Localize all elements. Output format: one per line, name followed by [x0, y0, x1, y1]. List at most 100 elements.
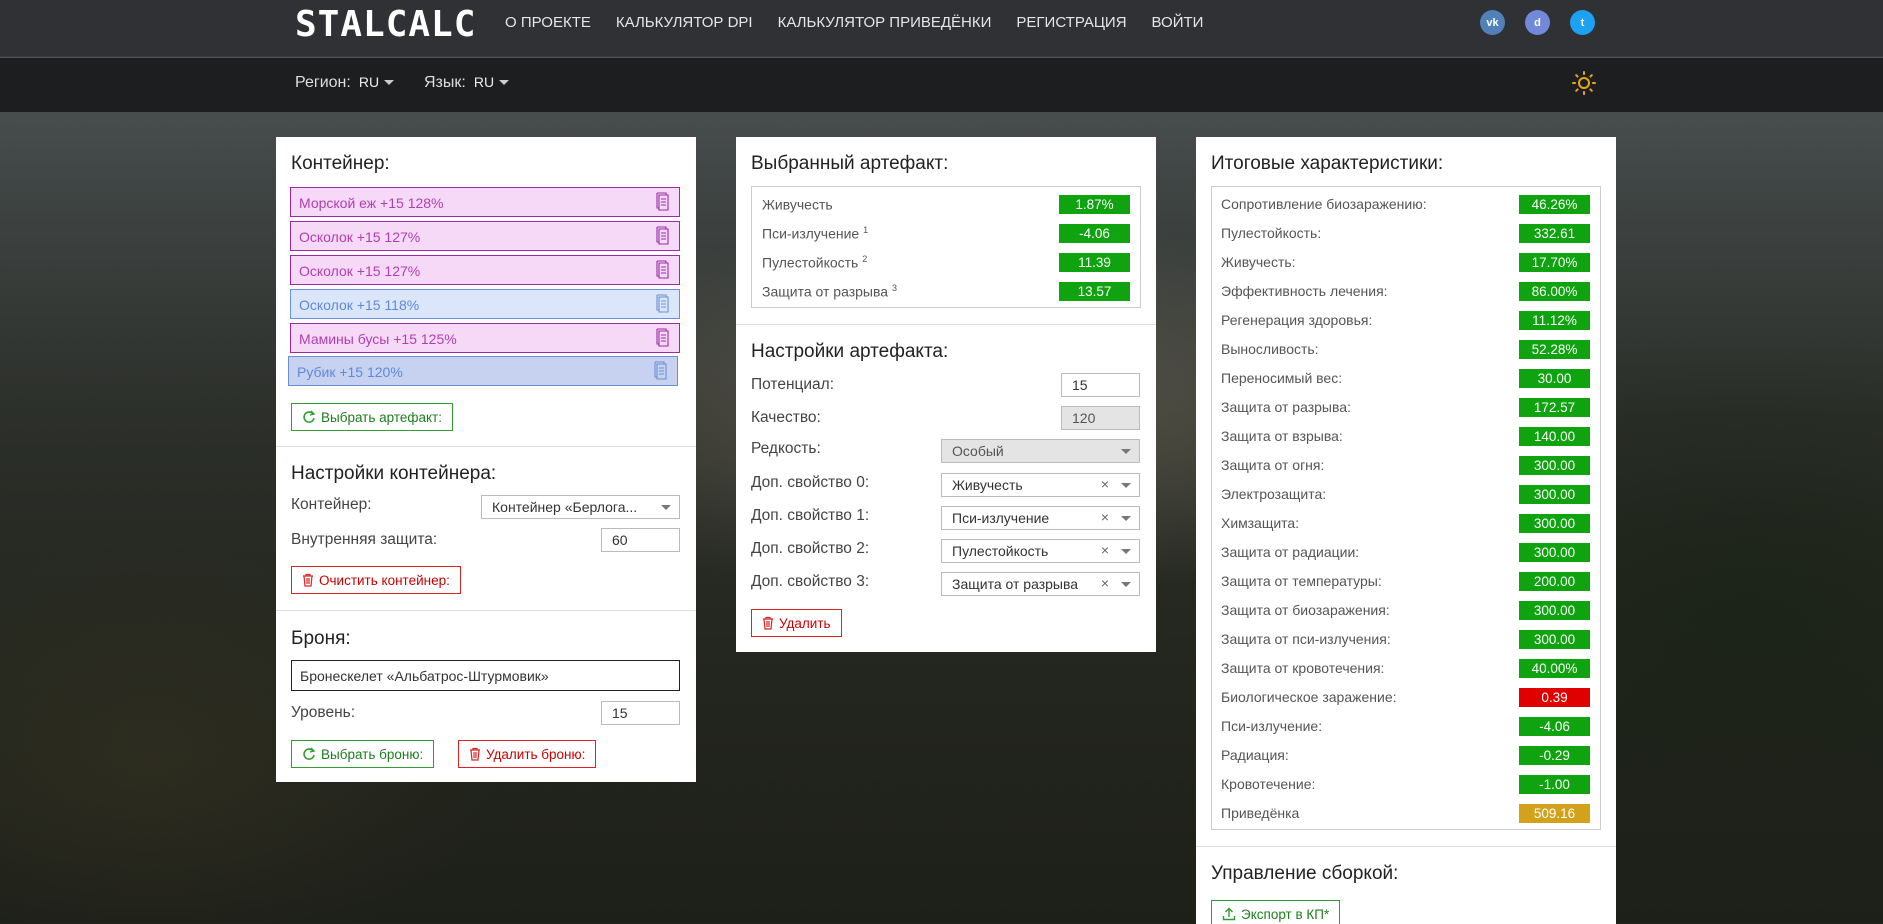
clear-icon[interactable]: × — [1101, 509, 1109, 525]
quality-input[interactable]: 120 — [1061, 406, 1140, 430]
nav-links: О ПРОЕКТЕ КАЛЬКУЛЯТОР DPI КАЛЬКУЛЯТОР ПР… — [505, 14, 1203, 31]
total-stat-name: Биологическое заражение: — [1221, 689, 1397, 705]
choose-armor-button[interactable]: Выбрать броню: — [291, 740, 435, 768]
quality-label: Качество: — [751, 409, 821, 426]
total-stat-value: 52.28% — [1519, 340, 1590, 359]
extra-property-value: Пси-излучение — [952, 510, 1050, 526]
chevron-down-icon — [661, 505, 671, 510]
total-stat-value: 300.00 — [1519, 543, 1590, 562]
nav-link-about[interactable]: О ПРОЕКТЕ — [505, 14, 591, 31]
artifact-item-label: Рубик +15 120% — [297, 364, 403, 380]
region-label: Регион: — [295, 74, 351, 91]
chevron-down-icon — [1121, 549, 1131, 554]
delete-artifact-label: Удалить — [779, 615, 831, 631]
twitter-icon[interactable]: t — [1570, 10, 1595, 35]
artifact-item[interactable]: Осколок +15 127% — [290, 221, 680, 251]
chevron-down-icon — [1121, 516, 1131, 521]
extra-property-select[interactable]: Пси-излучение × — [941, 506, 1140, 530]
total-stat-value: 46.26% — [1519, 195, 1590, 214]
vk-icon[interactable]: vk — [1480, 10, 1505, 35]
select-artifact-button[interactable]: Выбрать артефакт: — [291, 403, 453, 431]
divider — [1196, 846, 1616, 847]
inner-protection-input[interactable]: 60 — [601, 528, 680, 552]
language-label: Язык: — [424, 74, 466, 91]
artifact-item[interactable]: Рубик +15 120% — [288, 356, 678, 386]
container-type-value: Контейнер «Берлога... — [492, 499, 638, 515]
extra-property-select[interactable]: Живучесть × — [941, 473, 1140, 497]
copy-icon[interactable] — [655, 328, 671, 348]
copy-icon[interactable] — [655, 192, 671, 212]
extra-property-value: Пулестойкость — [952, 543, 1049, 559]
rarity-select[interactable]: Особый — [941, 439, 1140, 463]
stat-value: 11.39 — [1059, 253, 1130, 272]
nav-link-register[interactable]: РЕГИСТРАЦИЯ — [1016, 14, 1126, 31]
select-artifact-label: Выбрать артефакт: — [321, 409, 442, 425]
nav-link-dpi-calc[interactable]: КАЛЬКУЛЯТОР DPI — [616, 14, 753, 31]
site-logo[interactable]: STALCALC — [295, 4, 476, 45]
total-stat-value: -0.29 — [1519, 746, 1590, 765]
extra-property-select[interactable]: Пулестойкость × — [941, 539, 1140, 563]
total-stat-name: Химзащита: — [1221, 515, 1300, 531]
artifact-item[interactable]: Морской еж +15 128% — [290, 187, 680, 217]
total-stat-name: Радиация: — [1221, 747, 1289, 763]
artifact-item-label: Мамины бусы +15 125% — [299, 331, 457, 347]
total-stat-name: Регенерация здоровья: — [1221, 312, 1373, 328]
clear-icon[interactable]: × — [1101, 476, 1109, 492]
export-button[interactable]: Экспорт в КП* — [1211, 900, 1341, 924]
total-stat-name: Пулестойкость: — [1221, 225, 1322, 241]
choose-armor-label: Выбрать броню: — [321, 746, 424, 762]
delete-artifact-button[interactable]: Удалить — [751, 609, 842, 637]
container-settings-title: Настройки контейнера: — [291, 463, 497, 484]
extra-property-value: Защита от разрыва — [952, 576, 1079, 592]
total-stat-value: 300.00 — [1519, 630, 1590, 649]
stat-footnote: 2 — [862, 254, 868, 264]
container-type-select[interactable]: Контейнер «Берлога... — [481, 495, 680, 519]
language-value: RU — [473, 74, 495, 90]
divider — [276, 446, 696, 447]
copy-icon[interactable] — [655, 260, 671, 280]
total-stat-value: 11.12% — [1519, 311, 1590, 330]
artifact-item[interactable]: Мамины бусы +15 125% — [290, 323, 680, 353]
total-stat-value: 140.00 — [1519, 427, 1590, 446]
total-stat-name: Переносимый вес: — [1221, 370, 1343, 386]
chevron-down-icon — [1121, 483, 1131, 488]
chevron-down-icon — [1121, 449, 1131, 454]
language-selector[interactable]: Язык: RU — [424, 74, 510, 92]
delete-armor-button[interactable]: Удалить броню: — [458, 740, 597, 768]
potential-input[interactable]: 15 — [1061, 373, 1140, 397]
total-stat-value: 40.00% — [1519, 659, 1590, 678]
total-stat-name: Защита от огня: — [1221, 457, 1325, 473]
clear-icon[interactable]: × — [1101, 542, 1109, 558]
copy-icon[interactable] — [655, 226, 671, 246]
settings-bar — [0, 58, 1883, 112]
nav-link-reduced-calc[interactable]: КАЛЬКУЛЯТОР ПРИВЕДЁНКИ — [778, 14, 992, 31]
total-stat-name: Электрозащита: — [1221, 486, 1327, 502]
copy-icon[interactable] — [655, 294, 671, 314]
nav-link-login[interactable]: ВОЙТИ — [1152, 14, 1204, 31]
artifact-item[interactable]: Осколок +15 118% — [290, 289, 680, 319]
trash-icon — [303, 573, 313, 587]
armor-level-input[interactable]: 15 — [601, 701, 680, 725]
discord-icon[interactable]: d — [1525, 10, 1550, 35]
extra-property-label: Доп. свойство 3: — [751, 573, 870, 590]
total-stat-name: Кровотечение: — [1221, 776, 1316, 792]
total-stat-value: -1.00 — [1519, 775, 1590, 794]
clear-container-button[interactable]: Очистить контейнер: — [291, 566, 461, 594]
clear-icon[interactable]: × — [1101, 575, 1109, 591]
refresh-icon — [303, 747, 316, 760]
stat-value: 13.57 — [1059, 282, 1130, 301]
total-stat-value: 300.00 — [1519, 485, 1590, 504]
copy-icon[interactable] — [653, 361, 669, 381]
stat-name: Защита от разрыва 3 — [762, 283, 897, 300]
artifact-item-label: Осколок +15 127% — [299, 229, 421, 245]
armor-title: Броня: — [291, 628, 351, 649]
extra-property-select[interactable]: Защита от разрыва × — [941, 572, 1140, 596]
artifact-item[interactable]: Осколок +15 127% — [290, 255, 680, 285]
artifact-settings-title: Настройки артефакта: — [751, 341, 949, 362]
stat-footnote: 1 — [863, 225, 869, 235]
container-title: Контейнер: — [291, 153, 390, 174]
sun-icon[interactable] — [1572, 71, 1596, 95]
region-selector[interactable]: Регион: RU — [295, 74, 395, 92]
totals-title: Итоговые характеристики: — [1211, 153, 1444, 174]
armor-input[interactable]: Бронескелет «Альбатрос-Штурмовик» — [291, 660, 680, 691]
